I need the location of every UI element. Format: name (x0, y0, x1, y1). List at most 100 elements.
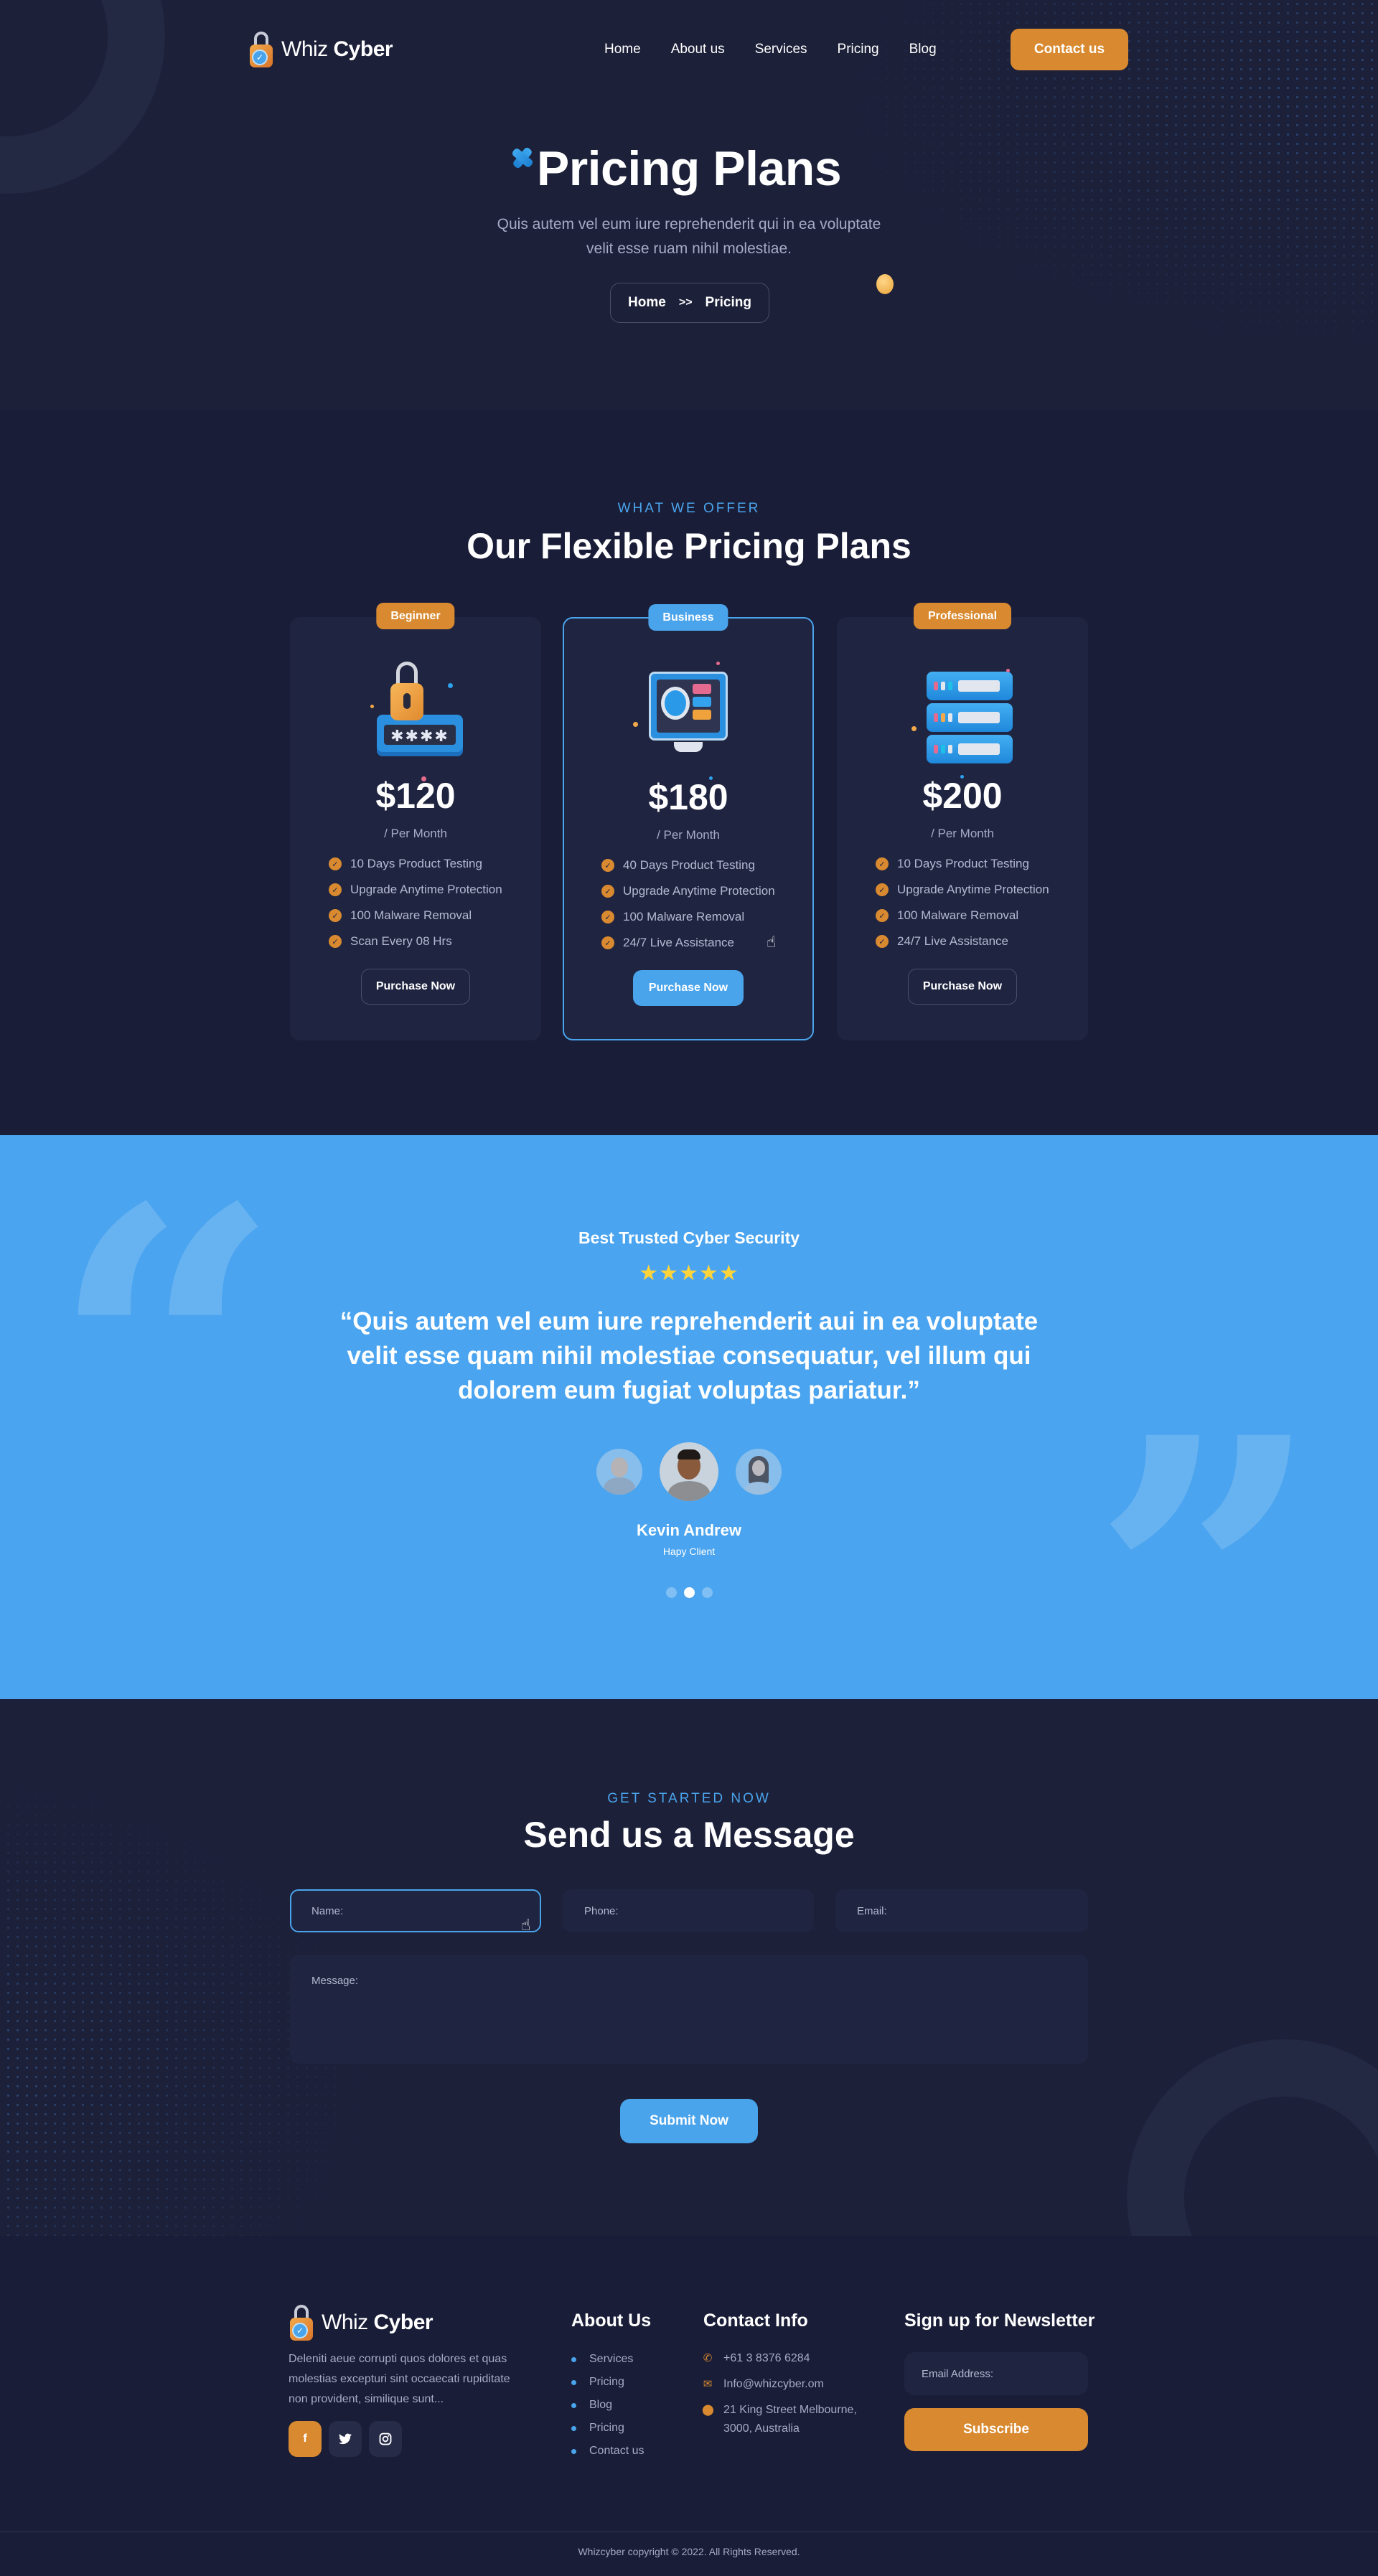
contact-us-button[interactable]: Contact us (1011, 29, 1128, 70)
footer-link-contact[interactable]: Contact us (571, 2440, 644, 2463)
social-links: f (289, 2421, 402, 2457)
decorative-ring (1127, 2039, 1378, 2236)
check-icon: ✓ (601, 936, 614, 949)
check-icon: ✓ (876, 857, 889, 870)
map-pin-icon: ⬤ (702, 2404, 714, 2416)
feature-item: ✓ 10 Days Product Testing (329, 851, 502, 877)
footer-link-blog[interactable]: Blog (571, 2394, 644, 2417)
password-lock-icon: ✱✱✱✱ (290, 646, 541, 781)
plan-price: $120 (375, 776, 456, 816)
check-icon: ✓ (876, 909, 889, 922)
testimonial-name: Kevin Andrew (637, 1521, 741, 1539)
pricing-card-beginner: Beginner ✱✱✱✱ $120 / Per Month ✓ 10 Days … (290, 603, 541, 1040)
breadcrumb-separator-icon: >> (678, 296, 693, 309)
nav-link-services[interactable]: Services (755, 42, 807, 57)
footer-link-pricing[interactable]: Pricing (571, 2371, 644, 2394)
nav-link-blog[interactable]: Blog (909, 42, 937, 57)
plan-price: $180 (648, 777, 728, 817)
feature-item: ✓ 24/7 Live Assistance (876, 929, 1049, 954)
footer-logo[interactable]: ✓ Whiz Cyber (289, 2305, 433, 2341)
footer: ✓ Whiz Cyber Deleniti aeue corrupti quos… (0, 2236, 1378, 2576)
twitter-icon[interactable] (329, 2421, 362, 2457)
slider-dot-2[interactable] (683, 1587, 695, 1598)
nav-link-pricing[interactable]: Pricing (838, 42, 879, 57)
pricing-section: WHAT WE OFFER Our Flexible Pricing Plans… (0, 410, 1378, 1135)
newsletter-title: Sign up for Newsletter (904, 2311, 1095, 2331)
copyright: Whizcyber copyright © 2022. All Rights R… (578, 2546, 800, 2557)
feature-list: ✓ 10 Days Product Testing ✓ Upgrade Anytim… (329, 851, 502, 954)
plan-price: $200 (922, 776, 1003, 816)
feature-list: ✓ 10 Days Product Testing ✓ Upgrade Anytim… (876, 851, 1049, 954)
avatar-client-3[interactable] (736, 1449, 782, 1495)
pricing-card-business: Business $180 / Per Month ✓ 40 Days Produ… (563, 604, 814, 1040)
avatar-carousel (0, 1442, 1378, 1501)
server-stack-icon (837, 646, 1088, 779)
check-icon: ✓ (601, 885, 614, 898)
feature-item: ✓ 40 Days Product Testing (601, 852, 775, 878)
logo-text: Whiz Cyber (281, 37, 393, 61)
slider-dot-3[interactable] (701, 1587, 713, 1598)
main-nav: Home About us Services Pricing Blog (604, 27, 967, 72)
feature-item: ✓ Upgrade Anytime Protection (329, 877, 502, 903)
lock-check-icon: ✓ (248, 32, 274, 67)
slider-pagination (0, 1587, 1378, 1598)
instagram-icon[interactable] (369, 2421, 402, 2457)
footer-about-title: About Us (571, 2311, 652, 2331)
check-icon: ✓ (876, 883, 889, 896)
contact-eyebrow: GET STARTED NOW (607, 1791, 771, 1806)
logo[interactable]: ✓ Whiz Cyber (248, 27, 393, 72)
contact-email[interactable]: ✉ Info@whizcyber.om (702, 2375, 857, 2394)
message-field[interactable]: Message: (290, 1955, 1088, 2064)
phone-field[interactable]: Phone: (563, 1889, 814, 1932)
feature-item: ✓ Upgrade Anytime Protection (876, 877, 1049, 903)
plan-period: / Per Month (384, 827, 447, 840)
plan-period: / Per Month (657, 828, 720, 842)
hero-section: ✓ Whiz Cyber Home About us Services Pric… (0, 0, 1378, 410)
feature-item: ✓ 100 Malware Removal (601, 904, 775, 930)
email-field[interactable]: Email: (835, 1889, 1088, 1932)
tier-badge: Business (648, 604, 728, 631)
star-rating-icon: ★★★★★ (639, 1261, 739, 1285)
contact-phone[interactable]: ✆ +61 3 8376 6284 (702, 2349, 857, 2368)
breadcrumb: Home >> Pricing (610, 283, 769, 323)
pricing-eyebrow: WHAT WE OFFER (617, 501, 761, 516)
nav-link-about[interactable]: About us (671, 42, 725, 57)
check-icon: ✓ (329, 935, 342, 948)
submit-button[interactable]: Submit Now (620, 2099, 758, 2143)
testimonial-section: “ ” Best Trusted Cyber Security ★★★★★ “Q… (0, 1135, 1378, 1699)
purchase-button-beginner[interactable]: Purchase Now (361, 969, 470, 1005)
check-icon: ✓ (876, 935, 889, 948)
hand-cursor-icon: ☝ (767, 933, 777, 951)
facebook-icon[interactable]: f (289, 2421, 322, 2457)
name-field[interactable]: Name: (290, 1889, 541, 1932)
feature-item: ✓ 100 Malware Removal (329, 903, 502, 929)
pricing-title: Our Flexible Pricing Plans (467, 526, 911, 566)
coin-decoration-icon (876, 274, 894, 294)
feature-list: ✓ 40 Days Product Testing ✓ Upgrade Anytim… (601, 852, 775, 956)
contact-address: ⬤ 21 King Street Melbourne, 3000, Australi… (702, 2401, 857, 2438)
check-icon: ✓ (329, 883, 342, 896)
slider-dot-1[interactable] (665, 1587, 677, 1598)
avatar-client-1[interactable] (596, 1449, 642, 1495)
footer-link-pricing-2[interactable]: Pricing (571, 2417, 644, 2440)
footer-links: Services Pricing Blog Pricing Contact us (571, 2348, 644, 2463)
purchase-button-professional[interactable]: Purchase Now (908, 969, 1017, 1005)
mail-icon: ✉ (703, 2378, 713, 2390)
purchase-button-business[interactable]: Purchase Now (633, 970, 744, 1006)
contact-title: Send us a Message (523, 1815, 855, 1855)
footer-about-text: Deleniti aeue corrupti quos dolores et q… (289, 2353, 510, 2405)
phone-icon: ✆ (703, 2352, 713, 2364)
footer-link-services[interactable]: Services (571, 2348, 644, 2371)
tier-badge: Beginner (376, 603, 455, 629)
newsletter-email-input[interactable]: Email Address: (904, 2352, 1088, 2395)
nav-link-home[interactable]: Home (604, 42, 641, 57)
check-icon: ✓ (329, 857, 342, 870)
breadcrumb-home[interactable]: Home (628, 295, 666, 311)
check-icon: ✓ (601, 859, 614, 872)
logo-text: Whiz Cyber (322, 2311, 433, 2334)
bullet-icon (571, 2356, 576, 2362)
check-icon: ✓ (601, 911, 614, 923)
subscribe-button[interactable]: Subscribe (904, 2408, 1088, 2451)
avatar-kevin-andrew[interactable] (660, 1442, 718, 1501)
monitor-eye-icon (564, 647, 812, 780)
